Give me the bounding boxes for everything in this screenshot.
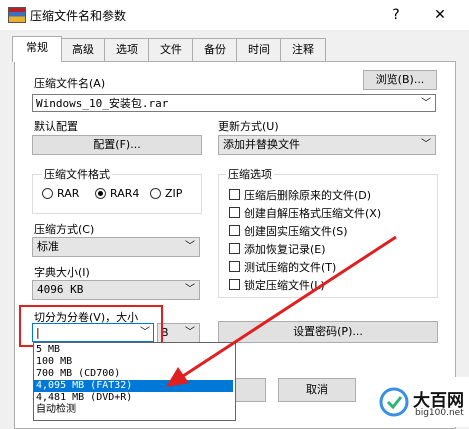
brand-url: big100.net [415,408,464,418]
red-arrow-annotation [166,235,397,387]
watermark: 大百网 big100.net [377,377,469,427]
brand-logo-icon [379,387,409,417]
